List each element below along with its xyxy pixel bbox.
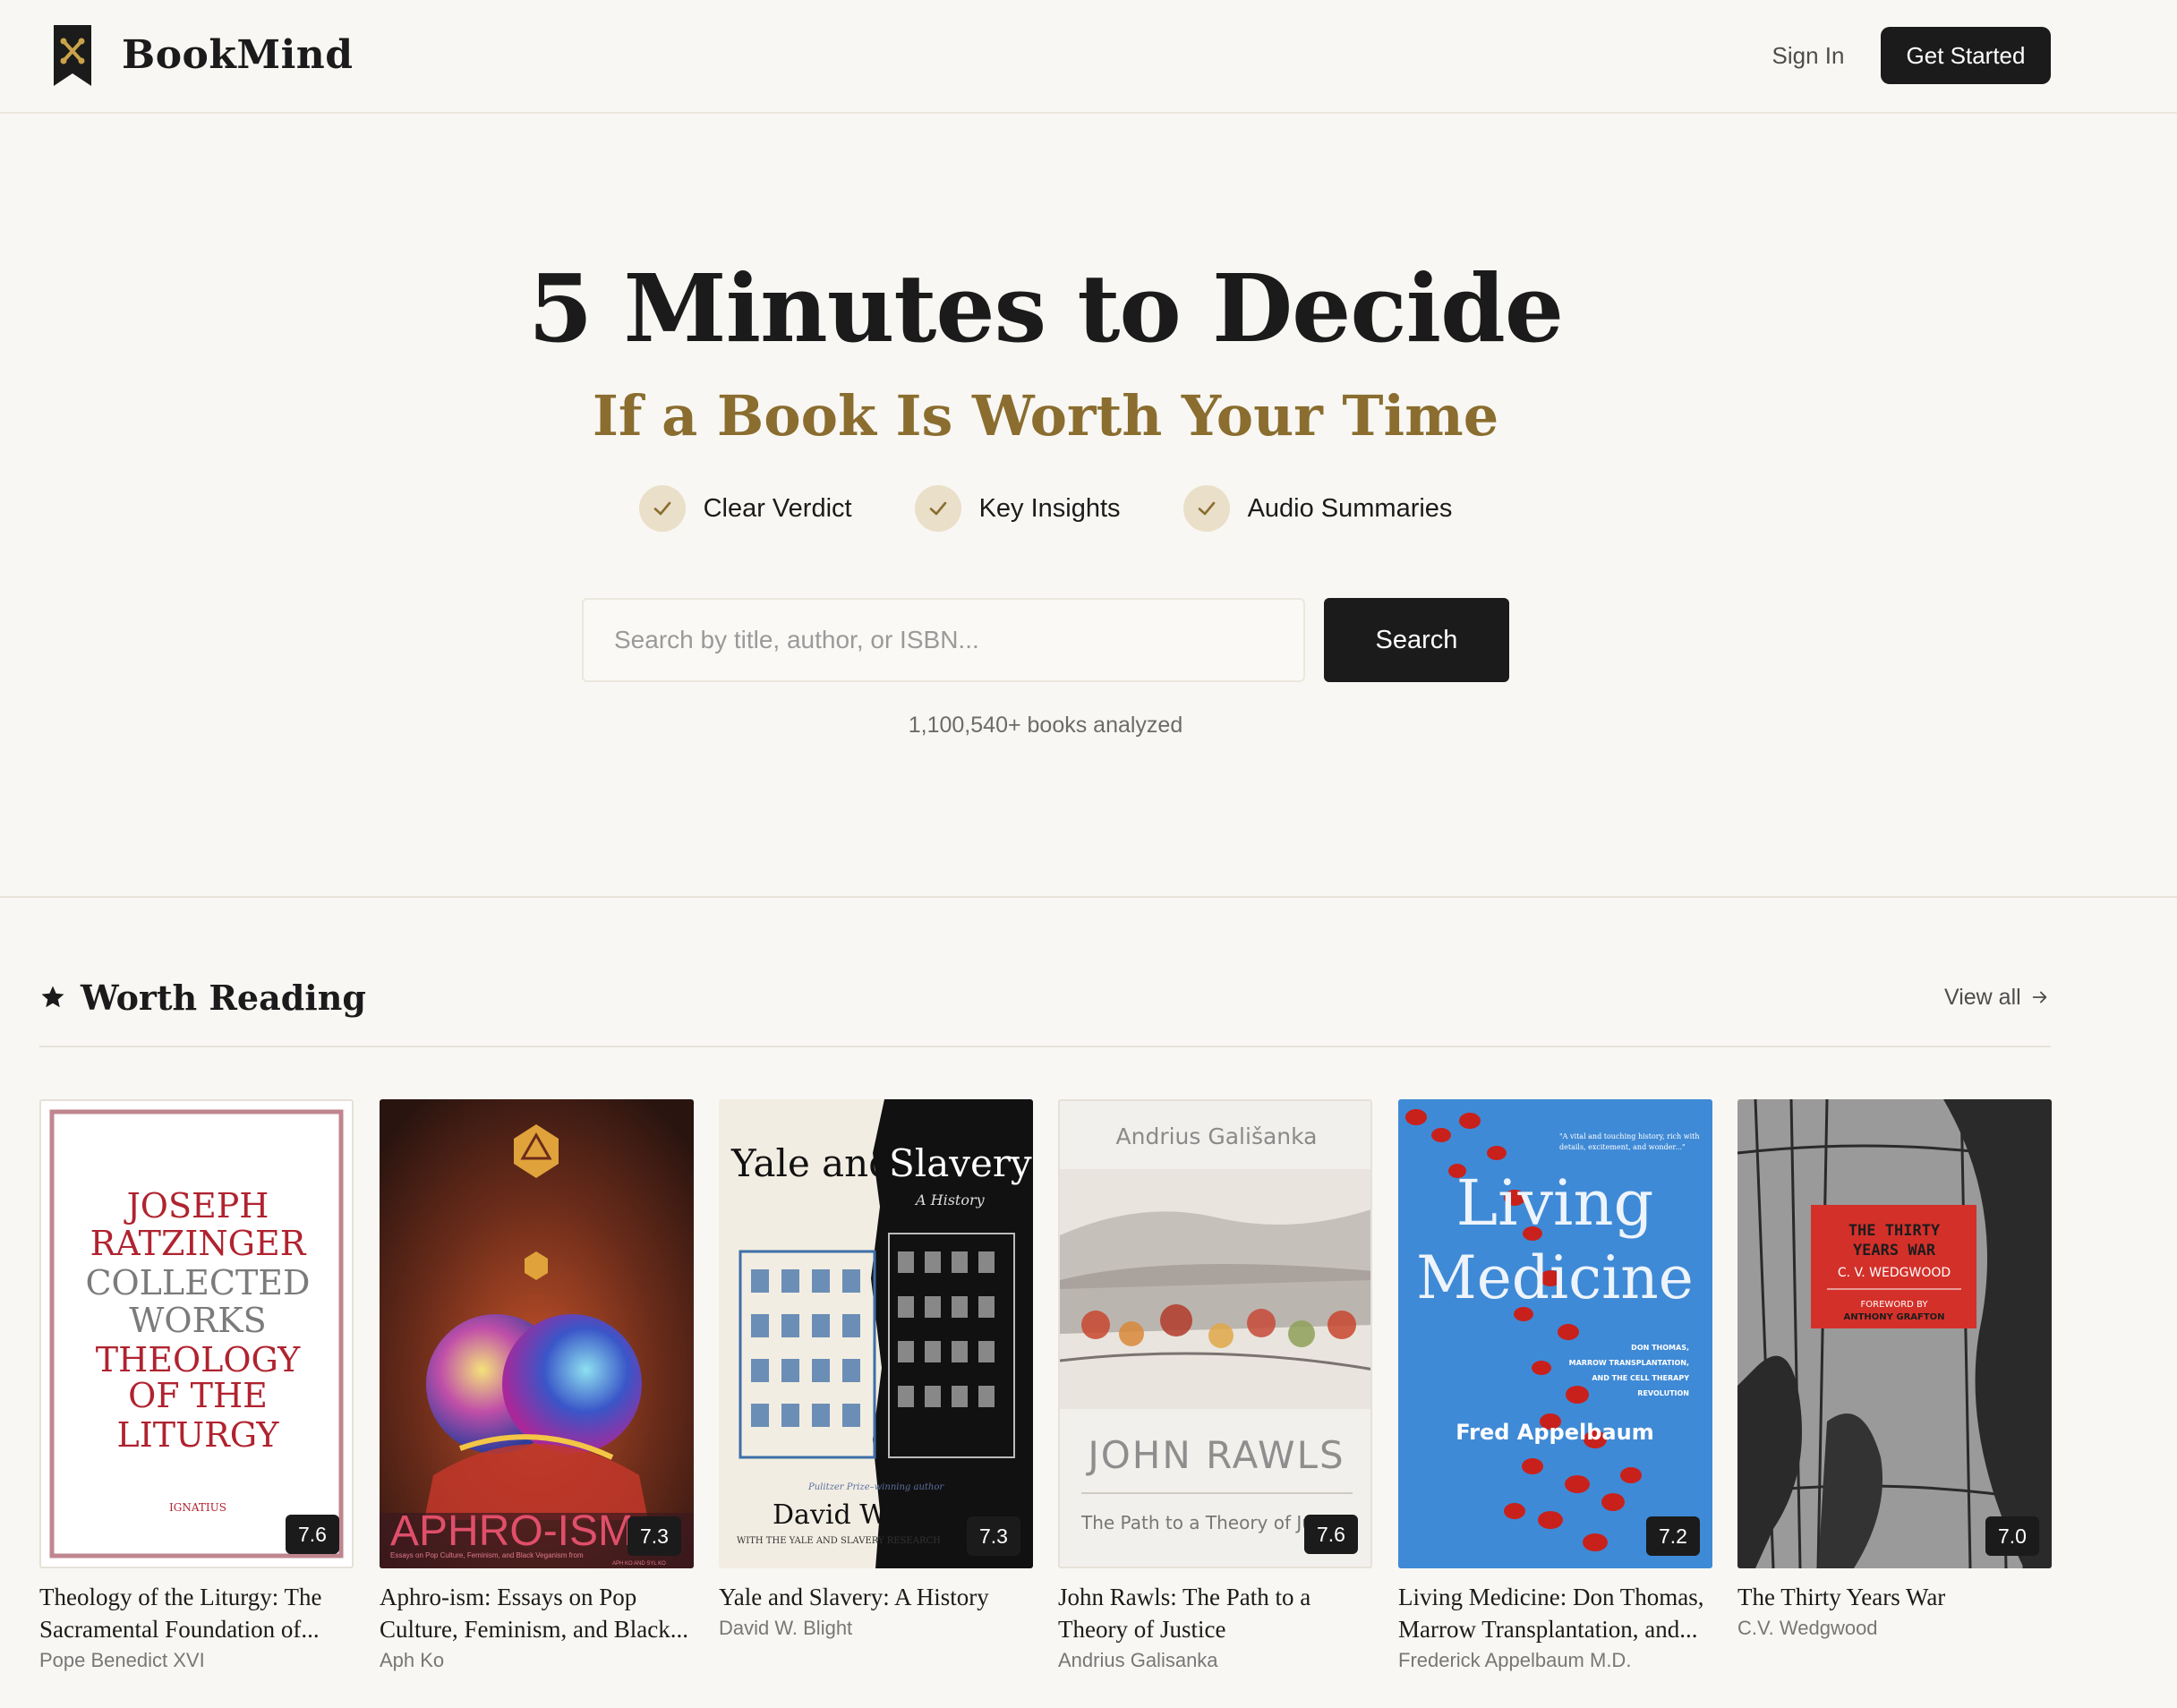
cover-text: ANTHONY GRAFTON (1843, 1312, 1944, 1322)
cover-text: AND THE CELL THERAPY (1592, 1374, 1689, 1382)
view-all-link[interactable]: View all (1944, 981, 2050, 1013)
feature-label: Audio Summaries (1247, 494, 1453, 523)
book-title[interactable]: The Thirty Years War (1737, 1581, 2052, 1613)
search-button[interactable]: Search (1324, 598, 1509, 682)
hero-title: 5 Minutes to Decide (527, 253, 1564, 363)
cover-text: RATZINGER (90, 1224, 307, 1263)
book-card[interactable]: JOSEPH RATZINGER COLLECTED WORKS THEOLOG… (39, 1099, 354, 1674)
book-author: Frederick Appelbaum M.D. (1398, 1649, 1632, 1671)
cover-text: Andrius Gališanka (1116, 1123, 1318, 1149)
book-cover[interactable]: APHRO-ISM Essays on Pop Culture, Feminis… (380, 1099, 694, 1568)
book-card[interactable]: "A vital and touching history, rich with… (1398, 1099, 1712, 1674)
brand-name[interactable]: BookMind (122, 29, 354, 82)
feature-item: Clear Verdict (638, 485, 852, 532)
cover-text: IGNATIUS (169, 1501, 226, 1514)
cover-text: THE THIRTY (1848, 1222, 1941, 1240)
book-cover[interactable]: Yale and Slavery A History Pulitzer Priz… (719, 1099, 1033, 1568)
rating-badge: 7.6 (286, 1515, 339, 1554)
view-all-label: View all (1944, 984, 2021, 1010)
section-title: Worth Reading (81, 977, 366, 1018)
cover-text: MARROW TRANSPLANTATION, (1569, 1359, 1689, 1367)
cover-text: WITH THE YALE AND SLAVERY RESEARCH (737, 1536, 941, 1546)
cover-text: JOHN RAWLS (1085, 1433, 1345, 1477)
check-icon (1182, 485, 1230, 532)
cover-text: The Path to a Theory of Ju (1080, 1512, 1313, 1533)
check-icon (914, 485, 961, 532)
cover-text: Fred Appelbaum (1456, 1420, 1653, 1445)
cover-text: APH KO AND SYL KO (612, 1561, 666, 1567)
book-title[interactable]: Theology of the Liturgy: The Sacramental… (39, 1581, 354, 1645)
cover-text: David W. Blight (773, 1499, 982, 1531)
cover-text: JOSEPH (124, 1186, 269, 1225)
cover-text: C. V. WEDGWOOD (1838, 1266, 1951, 1280)
book-author: Andrius Galisanka (1058, 1649, 1218, 1671)
cover-text: LITURGY (116, 1415, 279, 1455)
book-cover[interactable]: THE THIRTY YEARS WAR C. V. WEDGWOOD FORE… (1737, 1099, 2052, 1568)
feature-label: Key Insights (978, 494, 1121, 523)
cover-text: THEOLOGY (96, 1340, 301, 1379)
cover-text: APHRO-ISM (390, 1507, 634, 1555)
section-divider (39, 1046, 2051, 1047)
cover-text: REVOLUTION (1637, 1389, 1689, 1397)
cover-text: Essays on Pop Culture, Feminism, and Bla… (390, 1551, 584, 1559)
book-cover[interactable]: Andrius Gališanka JOHN RAWLS The Path to… (1058, 1099, 1372, 1568)
rating-badge: 7.3 (967, 1516, 1020, 1556)
book-card[interactable]: Yale and Slavery A History Pulitzer Priz… (719, 1099, 1033, 1642)
section-header: Worth Reading (39, 974, 366, 1021)
arrow-right-icon (2032, 991, 2047, 1003)
book-card[interactable]: THE THIRTY YEARS WAR C. V. WEDGWOOD FORE… (1737, 1099, 2052, 1642)
cover-text: Yale and (730, 1141, 892, 1185)
book-author: David W. Blight (719, 1617, 853, 1639)
book-cover[interactable]: "A vital and touching history, rich with… (1398, 1099, 1712, 1568)
book-cover-art: THE THIRTY YEARS WAR C. V. WEDGWOOD FORE… (1737, 1099, 2052, 1568)
cover-text: Living (1456, 1166, 1654, 1240)
book-cover-art: "A vital and touching history, rich with… (1398, 1099, 1712, 1568)
feature-list: Clear Verdict Key Insights Audio Summari… (0, 485, 2091, 532)
cover-text: FOREWORD BY (1861, 1300, 1929, 1310)
cover-text: A History (914, 1191, 986, 1208)
rating-badge: 7.0 (1985, 1516, 2039, 1556)
top-nav: BookMind Sign In Get Started (0, 0, 2177, 114)
cover-text: Slavery (889, 1141, 1032, 1185)
sign-in-link[interactable]: Sign In (1754, 27, 1862, 84)
book-title[interactable]: John Rawls: The Path to a Theory of Just… (1058, 1581, 1372, 1645)
book-cover-art: Andrius Gališanka JOHN RAWLS The Path to… (1060, 1101, 1370, 1567)
book-cover-art: Yale and Slavery A History Pulitzer Priz… (719, 1099, 1033, 1568)
svg-text:"A vital and touching history,: "A vital and touching history, rich with (1559, 1132, 1700, 1140)
book-card[interactable]: APHRO-ISM Essays on Pop Culture, Feminis… (380, 1099, 694, 1674)
book-cover[interactable]: JOSEPH RATZINGER COLLECTED WORKS THEOLOG… (39, 1099, 354, 1568)
feature-label: Clear Verdict (703, 494, 852, 523)
cover-text: Medicine (1416, 1243, 1694, 1312)
hero-subtitle: If a Book Is Worth Your Time (592, 383, 1499, 448)
book-author: Pope Benedict XVI (39, 1649, 205, 1671)
feature-item: Audio Summaries (1182, 485, 1453, 532)
books-analyzed-count: 1,100,540+ books analyzed (908, 713, 1183, 738)
cover-text: OF THE (128, 1376, 268, 1415)
cover-text: Pulitzer Prize–winning author (807, 1482, 944, 1492)
check-icon (638, 485, 686, 532)
cover-text: YEARS WAR (1853, 1242, 1936, 1260)
book-cover-art: APHRO-ISM Essays on Pop Culture, Feminis… (380, 1099, 694, 1568)
cover-text: DON THOMAS, (1631, 1344, 1689, 1352)
star-icon (41, 986, 64, 1008)
rating-badge: 7.2 (1646, 1516, 1700, 1556)
book-title[interactable]: Aphro-ism: Essays on Pop Culture, Femini… (380, 1581, 694, 1645)
book-title[interactable]: Living Medicine: Don Thomas, Marrow Tran… (1398, 1581, 1712, 1645)
get-started-button[interactable]: Get Started (1881, 27, 2051, 84)
rating-badge: 7.6 (1304, 1515, 1358, 1554)
book-card[interactable]: Andrius Gališanka JOHN RAWLS The Path to… (1058, 1099, 1372, 1674)
search-input[interactable] (582, 598, 1305, 682)
book-cover-art: JOSEPH RATZINGER COLLECTED WORKS THEOLOG… (41, 1101, 352, 1567)
svg-text:details, excitement, and wonde: details, excitement, and wonder..." (1559, 1143, 1686, 1151)
bookmark-logo-icon[interactable] (54, 25, 91, 86)
feature-item: Key Insights (914, 485, 1121, 532)
cover-text: COLLECTED (85, 1263, 310, 1302)
book-title[interactable]: Yale and Slavery: A History (719, 1581, 1033, 1613)
section-divider (0, 896, 2177, 898)
book-author: C.V. Wedgwood (1737, 1617, 1878, 1639)
book-author: Aph Ko (380, 1649, 445, 1671)
cover-text: WORKS (129, 1301, 266, 1340)
rating-badge: 7.3 (627, 1516, 681, 1556)
